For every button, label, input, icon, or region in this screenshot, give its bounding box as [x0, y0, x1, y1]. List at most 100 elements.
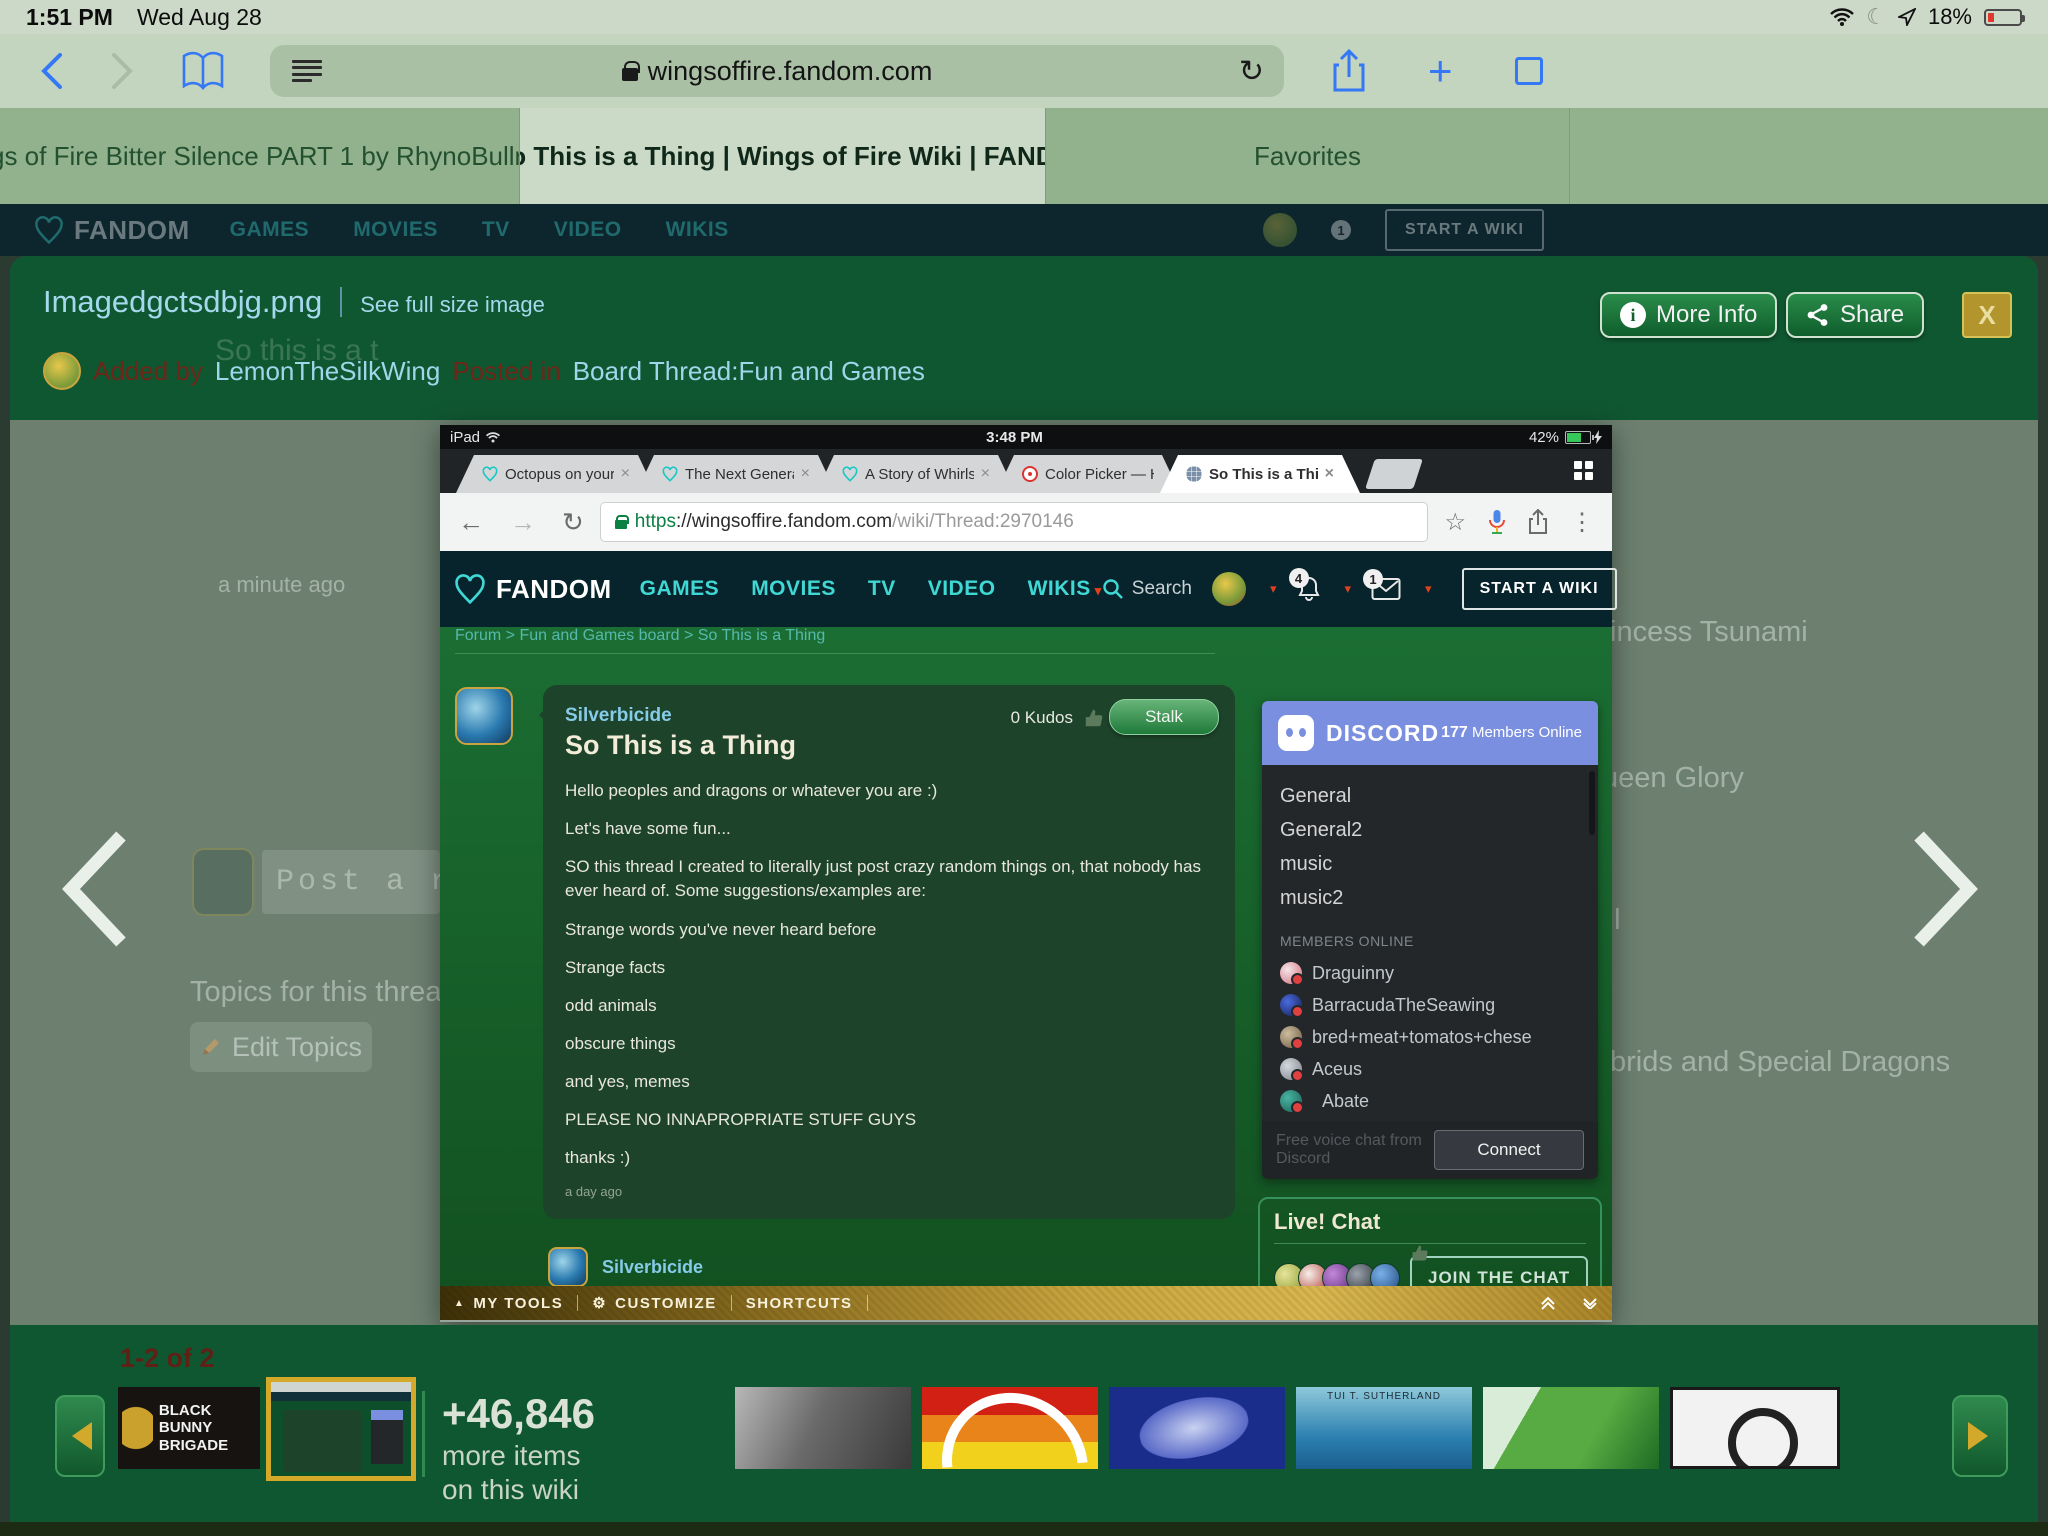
notifications-bell[interactable]: 4	[1297, 576, 1321, 602]
lightbox-footer: 1-2 of 2 BLACK BUNNY BRIGADE +46,846 mor…	[10, 1325, 2038, 1522]
discord-channel[interactable]: General	[1280, 779, 1598, 813]
chrome-tab-close-icon[interactable]: ×	[981, 465, 990, 483]
chevron-down-icon: ▾	[1345, 581, 1352, 597]
forward-button[interactable]	[110, 52, 134, 90]
my-tools-button[interactable]: ▲MY TOOLS	[454, 1295, 563, 1312]
toolbar-separator	[731, 1295, 732, 1311]
discord-channel[interactable]: General2	[1280, 813, 1598, 847]
chrome-back-button[interactable]: ←	[458, 507, 484, 538]
chrome-tab-strip: Octopus on your f× The Next Generati× A …	[440, 449, 1612, 493]
post-author-avatar[interactable]	[455, 687, 513, 745]
see-full-size-link[interactable]: See full size image	[360, 292, 545, 318]
back-button[interactable]	[40, 52, 64, 90]
discord-scrollbar[interactable]	[1589, 771, 1595, 835]
post-paragraph: PLEASE NO INNAPROPRIATE STUFF GUYS	[565, 1108, 1213, 1132]
chrome-forward-button[interactable]: →	[510, 507, 536, 538]
thumbs-up-icon[interactable]	[1410, 1243, 1430, 1263]
post-title: So This is a Thing	[565, 730, 1213, 761]
thumbnail-book-cover[interactable]: TUI T. SUTHERLAND	[1296, 1387, 1472, 1469]
new-tab-button[interactable]: +	[1428, 57, 1453, 85]
nav-wikis-dim: WIKIS	[666, 218, 729, 242]
shortcuts-button[interactable]: SHORTCUTS	[746, 1295, 853, 1312]
thumbnail-arrow-card[interactable]	[922, 1387, 1098, 1469]
more-info-button[interactable]: i More Info	[1600, 292, 1777, 338]
chevron-down-icon: ▾	[1270, 581, 1277, 597]
discord-channel[interactable]: music2	[1280, 881, 1598, 915]
chrome-tab-next-generation[interactable]: The Next Generati×	[636, 455, 836, 493]
user-avatar[interactable]	[1212, 572, 1246, 606]
messages-envelope[interactable]: 1	[1371, 577, 1401, 601]
chrome-tab-close-icon[interactable]: ×	[1325, 465, 1334, 483]
chrome-tab-octopus[interactable]: Octopus on your f×	[456, 455, 656, 493]
close-lightbox-button[interactable]: X	[1962, 292, 2012, 338]
search-control[interactable]: Search	[1102, 578, 1192, 600]
scroll-to-top-icon[interactable]	[1540, 1295, 1556, 1311]
next-image-button[interactable]	[1905, 828, 1985, 950]
chrome-share-icon[interactable]	[1528, 509, 1548, 535]
stalk-button[interactable]: Stalk	[1109, 699, 1219, 735]
thumbnail-blue-dragon[interactable]	[1109, 1387, 1285, 1469]
chrome-menu-icon[interactable]: ⋮	[1570, 508, 1594, 537]
thumbnail-white-card[interactable]	[1670, 1387, 1840, 1469]
previous-image-button[interactable]	[55, 828, 135, 950]
thumbnail-divider	[422, 1391, 425, 1477]
chrome-tab-close-icon[interactable]: ×	[801, 465, 810, 483]
chrome-tab-so-this-is-a-thing[interactable]: So This is a Thing×	[1160, 455, 1360, 493]
start-a-wiki-button[interactable]: START A WIKI	[1462, 568, 1617, 610]
chevron-down-icon: ▾	[1425, 581, 1432, 597]
color-picker-favicon	[1022, 466, 1038, 482]
thread-link[interactable]: Board Thread:Fun and Games	[573, 356, 925, 387]
tab-bitter-silence[interactable]: Wings of Fire Bitter Silence PART 1 by R…	[0, 108, 520, 204]
customize-button[interactable]: ⚙CUSTOMIZE	[592, 1294, 717, 1312]
post-paragraph: obscure things	[565, 1032, 1213, 1056]
chrome-new-tab-button[interactable]	[1365, 459, 1423, 489]
chrome-tab-story-of-whirls[interactable]: A Story of Whirls×	[816, 455, 1016, 493]
tab-label: Favorites	[1254, 141, 1361, 172]
post-paragraph: Hello peoples and dragons or whatever yo…	[565, 779, 1213, 803]
nav-tv[interactable]: TV	[868, 577, 896, 601]
address-bar[interactable]: wingsoffire.fandom.com ↻	[270, 45, 1284, 97]
thumbnail-bw-photo[interactable]	[735, 1387, 911, 1469]
chrome-tab-switcher-icon[interactable]	[1574, 461, 1594, 481]
triangle-right-icon	[1968, 1422, 2002, 1450]
nav-tv-dim: TV	[482, 218, 510, 242]
tab-so-this-is-a-thing[interactable]: × So This is a Thing | Wings of Fire Wik…	[520, 108, 1046, 204]
nav-video[interactable]: VIDEO	[928, 577, 996, 601]
tab-overview-button[interactable]	[1515, 57, 1543, 85]
fandom-logo[interactable]: FANDOM	[454, 574, 612, 605]
chrome-mic-icon[interactable]	[1488, 509, 1506, 535]
inner-battery-icon	[1565, 431, 1591, 444]
nav-movies[interactable]: MOVIES	[751, 577, 836, 601]
thumbnail-green-dragon[interactable]	[1483, 1387, 1659, 1469]
chrome-tab-color-picker[interactable]: Color Picker — HT	[996, 455, 1180, 493]
url-text: wingsoffire.fandom.com	[648, 56, 933, 87]
discord-channel[interactable]: music	[1280, 847, 1598, 881]
breadcrumb[interactable]: Forum > Fun and Games board > So This is…	[455, 627, 825, 645]
chrome-tab-close-icon[interactable]: ×	[621, 465, 630, 483]
thumbnail-current-image-selected[interactable]	[266, 1377, 416, 1481]
share-image-button[interactable]: Share	[1786, 292, 1924, 338]
thumbnails-next-button[interactable]	[1952, 1395, 2008, 1477]
chrome-bookmark-star-icon[interactable]: ☆	[1444, 508, 1466, 537]
tab-favorites[interactable]: Favorites	[1046, 108, 1570, 204]
nav-games[interactable]: GAMES	[640, 577, 720, 601]
nav-wikis-label: WIKIS	[1028, 577, 1091, 600]
discord-footer-text2: Discord	[1276, 1150, 1330, 1167]
discord-connect-button[interactable]: Connect	[1434, 1130, 1584, 1170]
reload-button[interactable]: ↻	[1239, 54, 1264, 89]
post-author-avatar[interactable]	[548, 1247, 588, 1287]
thumbnail-black-bunny-brigade[interactable]: BLACK BUNNY BRIGADE	[118, 1387, 260, 1469]
post-author-link[interactable]: Silverbicide	[602, 1257, 703, 1278]
thumbnails-prev-button[interactable]	[55, 1395, 105, 1477]
discord-brand: DISCORD	[1326, 720, 1439, 747]
nav-wikis[interactable]: WIKIS▾	[1028, 577, 1102, 601]
scroll-down-icon[interactable]	[1582, 1297, 1598, 1309]
discord-footer-text: Free voice chat from	[1276, 1132, 1422, 1149]
chrome-reload-button[interactable]: ↻	[562, 507, 584, 538]
share-button[interactable]	[1332, 49, 1366, 93]
chrome-address-bar[interactable]: https ://wingsoffire.fandom.com /wiki/Th…	[600, 502, 1429, 542]
lightbox-image[interactable]: iPad 3:48 PM 42% Octopus on your f× The …	[440, 425, 1612, 1322]
inner-status-bar: iPad 3:48 PM 42%	[440, 425, 1612, 449]
bookmarks-button[interactable]	[180, 50, 226, 92]
customize-label: CUSTOMIZE	[615, 1295, 717, 1312]
